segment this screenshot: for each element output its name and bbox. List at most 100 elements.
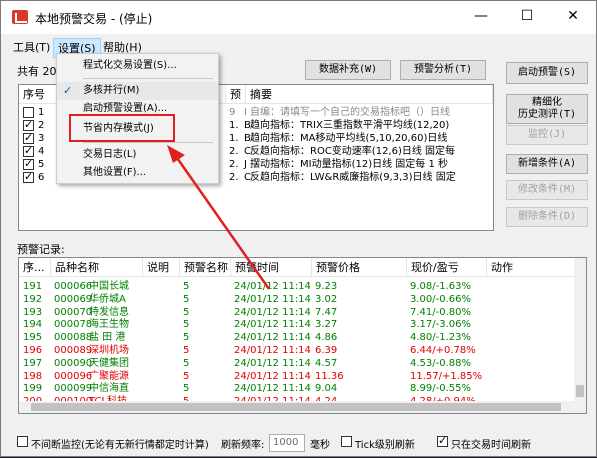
record-price: 7.47 [315,306,338,318]
no-interrupt-checkbox[interactable] [17,436,28,447]
condition-checkbox[interactable] [23,170,34,183]
condition-checkbox[interactable] [23,131,34,144]
records-vertical-scrollbar[interactable] [574,258,586,413]
record-pnl: 4.80/-1.23% [410,332,472,344]
table-row[interactable]: 195 000088 盐 田 港 5 24/01/12 11:14 4.86 4.80/-1… [19,331,575,344]
col-header-pnl[interactable]: 现价/盈亏 [407,258,487,277]
edit-condition-button[interactable]: 修改条件(M) [506,180,588,200]
record-alert-name: 5 [183,370,190,382]
refresh-interval-input[interactable]: 1000 [269,434,305,452]
menu-item-trade-log[interactable]: 交易日志(L) [57,146,218,164]
record-alert-name: 5 [183,345,190,356]
checkmark-icon: ✓ [63,84,73,97]
history-test-button[interactable]: 精细化 历史测评(T) [506,94,588,124]
condition-p: 2. [229,146,239,157]
table-row[interactable]: 191 000066 中国长城 5 24/01/12 11:14 9.23 9.08/-1.… [19,280,575,293]
alert-analysis-button[interactable]: 预警分析(T) [400,60,486,80]
menu-item-program-trading[interactable]: 程式化交易设置(S)... [57,57,218,75]
history-test-line2: 历史测评(T) [517,109,577,120]
col-header-alert-time[interactable]: 预警时间 [231,258,312,277]
condition-checkbox[interactable] [23,144,34,157]
no-interrupt-label: 不间断监控(无论有无新行情都定时计算) [31,440,209,451]
record-code: 000070 [54,306,93,318]
col-header-alert-price[interactable]: 预警价格 [312,258,407,277]
refresh-label: 刷新频率: [221,440,265,451]
record-code: 000069 [54,293,93,305]
col-header-seq[interactable]: 序... [19,258,51,277]
record-code: 000078 [54,319,93,331]
record-name: 中国长城 [89,281,129,292]
condition-checkbox[interactable] [23,107,34,118]
condition-p: 1. [229,133,239,144]
records-horizontal-scrollbar[interactable] [19,401,575,413]
maximize-icon[interactable]: ☐ [504,1,550,34]
condition-no: 5 [38,159,45,170]
menu-separator [83,142,213,143]
add-condition-button[interactable]: 新增条件(A) [506,154,588,174]
col-header-action[interactable]: 动作 [487,258,575,277]
condition-p: 2. [229,159,239,170]
menu-separator [83,78,213,79]
col-header-no[interactable]: 序号 [19,85,59,104]
condition-no: 4 [38,146,45,157]
record-pnl: 3.00/-0.66% [410,293,472,305]
table-row[interactable]: 199 000099 中信海直 5 24/01/12 11:14 9.04 8.99/-0.… [19,382,575,395]
record-name: 海王生物 [89,319,129,331]
record-price: 4.86 [315,332,338,344]
record-seq: 196 [23,345,43,356]
col-header-summary[interactable]: 摘要 [246,85,493,104]
menu-item-multicore[interactable]: ✓ 多核并行(M) [57,82,218,100]
record-alert-name: 5 [183,383,190,395]
record-seq: 198 [23,370,43,382]
condition-checkbox[interactable] [23,118,34,131]
table-row[interactable]: 197 000090 天健集团 5 24/01/12 11:14 4.57 4.53/-0.… [19,357,575,370]
condition-summary: 趋向指标：TRIX三重指数平滑平均线(12,20) [250,120,450,131]
scroll-thumb[interactable] [31,403,561,411]
condition-no: 1 [38,107,45,118]
record-time: 24/01/12 11:14 [234,383,311,395]
minimize-icon[interactable]: — [458,1,504,34]
monitor-button[interactable]: 监控(J) [506,125,588,145]
record-name: 盐 田 港 [89,332,126,344]
record-alert-name: 5 [183,357,190,369]
trade-time-checkbox[interactable] [437,434,448,447]
menu-tools[interactable]: 工具(T) [9,38,54,56]
records-title: 预警记录: [17,243,65,256]
condition-summary: 反趋向指标：ROC变动速率(12,6)日线 固定每 [250,146,456,157]
col-header-desc[interactable]: 说明 [143,258,180,277]
scroll-thumb[interactable] [576,385,584,397]
data-fill-button[interactable]: 数据补充(W) [305,60,391,80]
record-alert-name: 5 [183,281,190,292]
start-alert-button[interactable]: 启动预警(S) [506,62,588,84]
table-row[interactable]: 192 000069 华侨城A 5 24/01/12 11:14 3.02 3.00/-0.… [19,293,575,306]
table-row[interactable]: 198 000096 广聚能源 5 24/01/12 11:14 11.36 11.57/+… [19,370,575,383]
window-title: 本地预警交易 - (停止) [35,12,153,26]
app-icon [12,10,28,24]
record-price: 9.23 [315,281,338,292]
record-pnl: 8.99/-0.55% [410,383,472,395]
condition-p: 2. [229,172,239,183]
tick-refresh-checkbox[interactable] [341,436,352,447]
record-seq: 193 [23,306,43,318]
ms-label: 毫秒 [310,440,330,451]
record-time: 24/01/12 11:14 [234,345,311,356]
record-pnl: 7.41/-0.80% [410,306,472,318]
record-pnl: 3.17/-3.06% [410,319,472,331]
col-header-alert[interactable]: 预 [226,85,246,104]
close-icon[interactable]: ✕ [550,1,596,34]
condition-summary: 反趋向指标：LW&R威廉指标(9,3,3)日线 固定 [250,172,456,183]
record-price: 4.57 [315,357,338,369]
col-header-alert-name[interactable]: 预警名称 [180,258,231,277]
table-row[interactable]: 193 000070 特发信息 5 24/01/12 11:14 7.47 7.41/-0.… [19,306,575,319]
condition-summary: 趋向指标：MA移动平均线(5,10,20,60)日线 [250,133,448,144]
table-row[interactable]: 194 000078 海王生物 5 24/01/12 11:14 3.27 3.17/-3.… [19,318,575,331]
record-price: 3.02 [315,293,338,305]
col-header-name[interactable]: 品种名称 [51,258,143,277]
table-row[interactable]: 196 000089 深圳机场 5 24/01/12 11:14 6.39 6.44/+0.… [19,344,575,357]
delete-condition-button[interactable]: 删除条件(D) [506,207,588,227]
record-time: 24/01/12 11:14 [234,319,311,331]
condition-summary: 摆动指标：MI动量指标(12)日线 固定每 1 秒 [250,159,449,170]
menu-item-other-settings[interactable]: 其他设置(F)... [57,164,218,182]
record-pnl: 4.53/-0.88% [410,357,472,369]
condition-checkbox[interactable] [23,157,34,170]
